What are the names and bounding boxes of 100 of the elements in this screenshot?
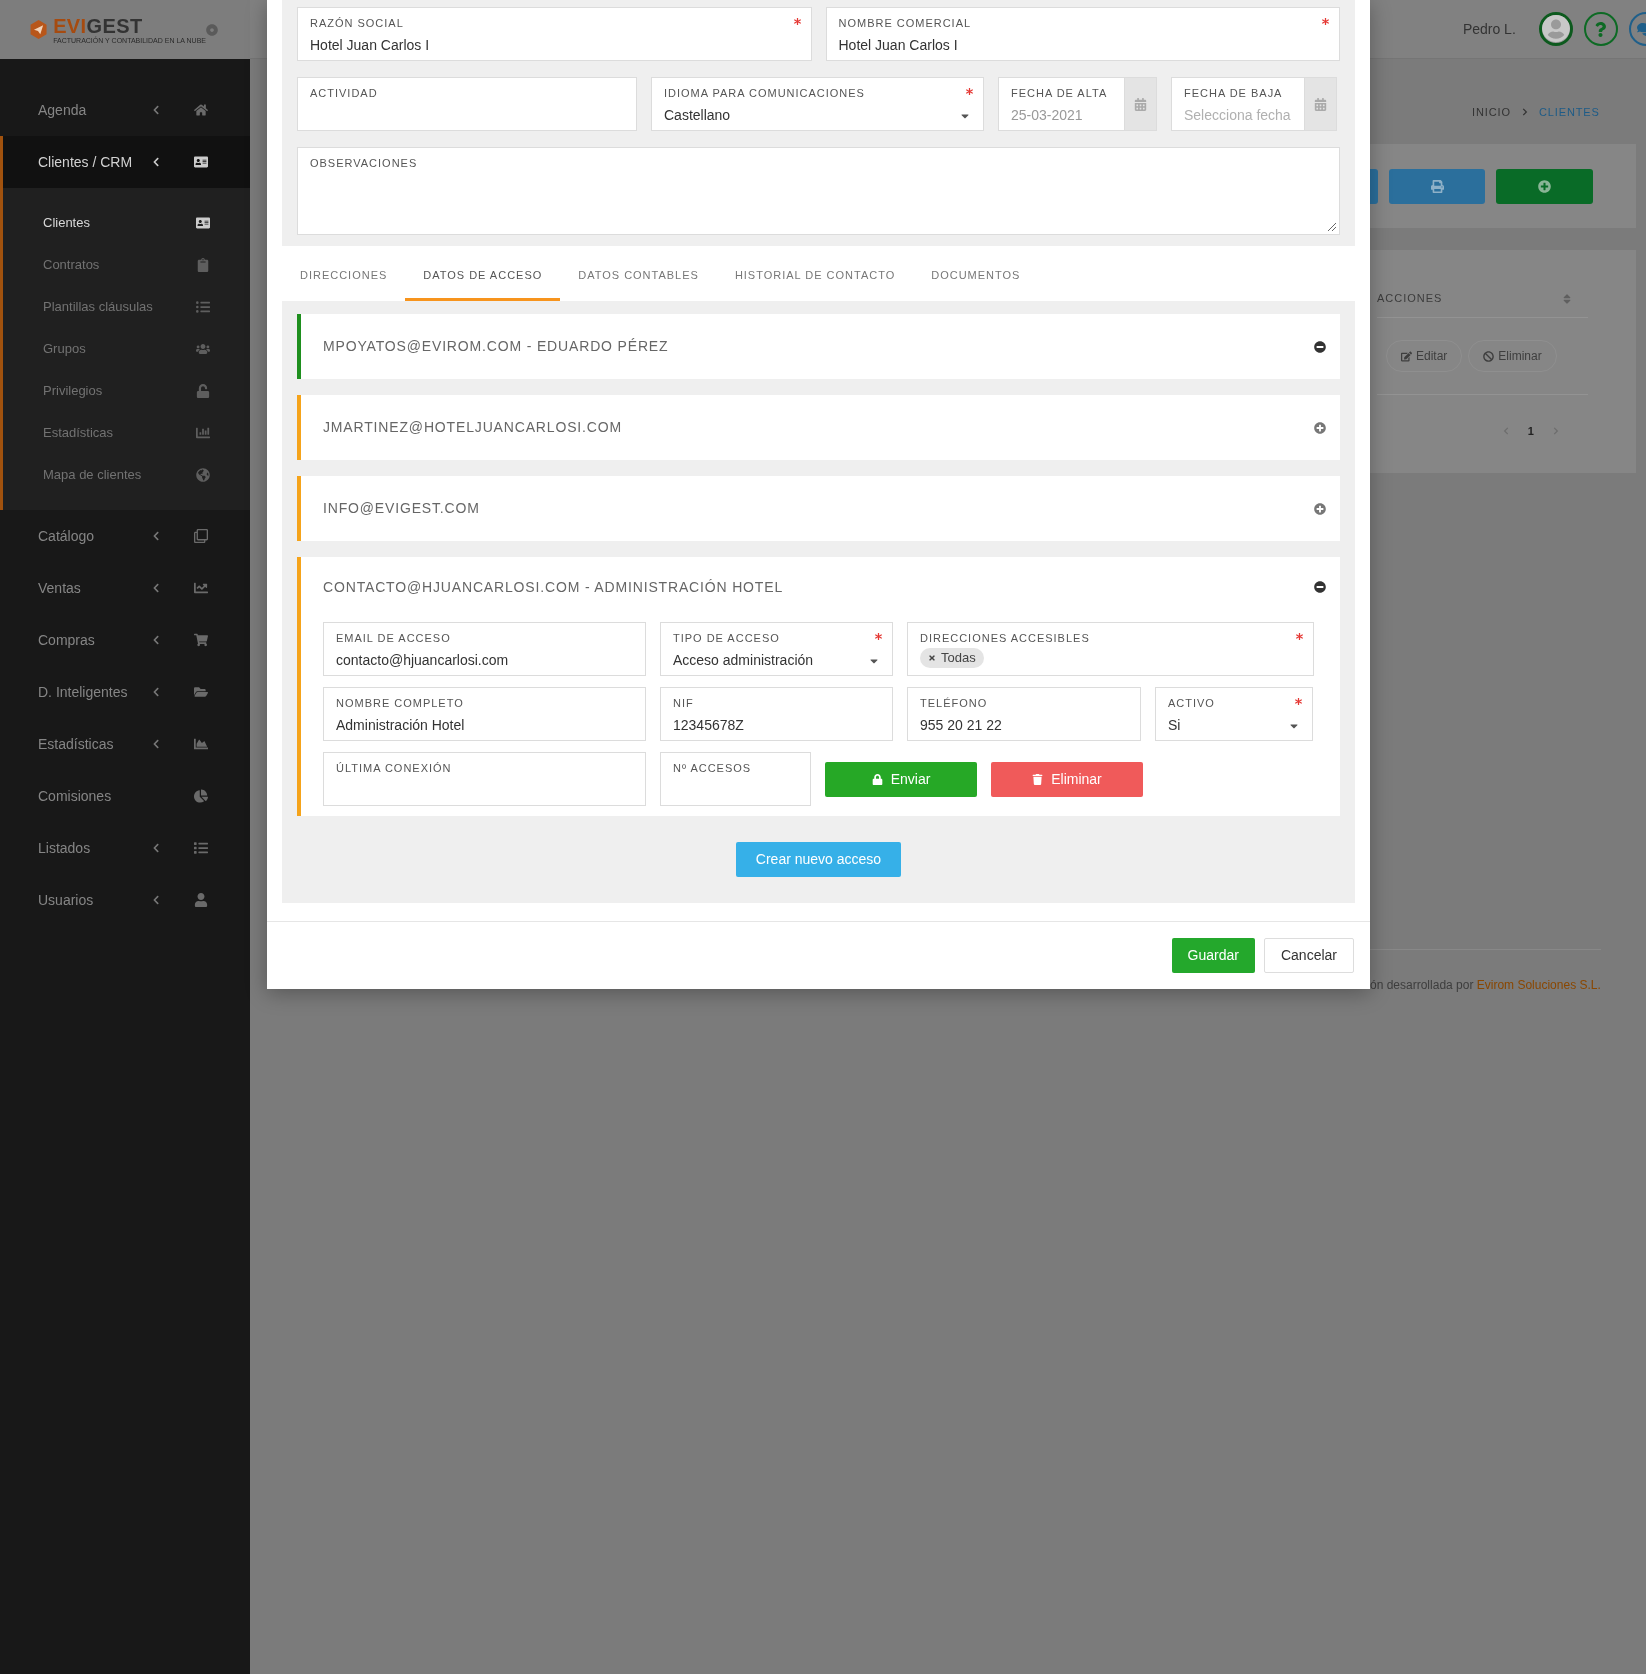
calendar-icon [1134,97,1147,111]
submenu-item[interactable]: Clientes [3,202,250,244]
text-field[interactable]: NIF 12345678Z [660,687,893,741]
field-label: FECHA DE ALTA [1011,88,1108,99]
cancel-button[interactable]: Cancelar [1263,938,1354,973]
text-input[interactable]: Hotel Juan Carlos I [310,35,799,56]
submenu-item[interactable]: Privilegios [3,370,250,412]
expand-icon[interactable] [1314,502,1326,515]
field-label: RAZÓN SOCIAL [310,18,404,29]
area-chart-icon [194,737,208,751]
remove-icon [928,654,936,662]
id-card-icon [194,155,208,169]
submenu-item[interactable]: Grupos [3,328,250,370]
date-field[interactable]: FECHA DE ALTA 25-03-2021 [998,77,1157,131]
expand-icon[interactable] [1314,421,1326,434]
access-title[interactable]: INFO@EVIGEST.COM [323,498,480,519]
text-field[interactable]: Nº ACCESOS [660,752,811,806]
access-title[interactable]: JMARTINEZ@HOTELJUANCARLOSI.COM [323,417,622,438]
text-input[interactable]: Hotel Juan Carlos I [838,35,1327,56]
menu-item[interactable]: Listados [0,822,250,874]
home-icon [194,103,208,117]
text-area[interactable]: OBSERVACIONES [297,147,1340,235]
submenu-item[interactable]: Estadísticas [3,412,250,454]
text-field[interactable]: ACTIVIDAD [297,77,637,131]
submenu-item[interactable]: Mapa de clientes [3,454,250,496]
users-icon [196,342,210,356]
access-title[interactable]: CONTACTO@HJUANCARLOSI.COM - ADMINISTRACIÓN HOTEL [323,576,784,598]
tag-chip[interactable]: Todas [920,648,984,668]
text-field[interactable]: ÚLTIMA CONEXIÓN [323,752,646,806]
line-chart-icon [194,581,208,595]
select-input[interactable]: Acceso administración [673,650,860,671]
tab[interactable]: DATOS CONTABLES [560,252,717,301]
menu-item[interactable]: D. Inteligentes [0,666,250,718]
menu-item[interactable]: Usuarios [0,874,250,926]
text-input[interactable]: 12345678Z [673,715,880,736]
collapse-icon[interactable] [1314,581,1326,593]
required-icon [1295,698,1302,705]
send-button[interactable]: Enviar [825,761,977,797]
unlock-icon [196,384,210,398]
select-field[interactable]: TIPO DE ACCESO Acceso administración [660,622,893,676]
required-icon [1296,633,1303,640]
text-field[interactable]: TELÉFONO 955 20 21 22 [907,687,1141,741]
menu-item[interactable]: Clientes / CRM [0,136,250,188]
collapse-icon[interactable] [1314,340,1326,353]
print-button[interactable] [1389,168,1485,204]
tab[interactable]: HISTORIAL DE CONTACTO [716,252,914,301]
select-input[interactable]: Castellano [664,105,951,126]
access-title[interactable]: MPOYATOS@EVIROM.COM - EDUARDO PÉREZ [323,336,669,357]
tab[interactable]: DIRECCIONES [282,252,406,301]
menu-item[interactable]: Catálogo [0,510,250,562]
submenu-item[interactable]: Plantillas cláusulas [3,286,250,328]
action-button[interactable] [1370,168,1378,204]
menu-item[interactable]: Agenda [0,84,250,136]
copy-icon [194,529,208,543]
field-label: FECHA DE BAJA [1184,88,1283,99]
tab[interactable]: DOCUMENTOS [913,252,1039,301]
breadcrumb-link[interactable]: INICIO [1472,103,1511,121]
footer-credit: ón desarrollada por Evirom Soluciones S.L. [1370,977,1601,994]
help-icon[interactable] [1583,12,1618,46]
text-input[interactable]: contacto@hjuancarlosi.com [336,650,633,671]
folder-icon [194,685,208,699]
menu-item[interactable]: Comisiones [0,770,250,822]
brand-name: GEST [86,15,143,36]
list-icon [194,841,208,855]
select-field[interactable]: ACTIVO Si [1155,687,1313,741]
bar-chart-icon [196,426,210,440]
field-label: NIF [673,698,694,709]
ban-icon [1483,350,1495,362]
column-header: ACCIONES [1377,291,1443,307]
required-icon [875,633,882,640]
date-input[interactable]: Selecciona fecha [1184,105,1292,126]
delete-button[interactable]: Eliminar [991,761,1143,797]
text-field[interactable]: EMAIL DE ACCESO contacto@hjuancarlosi.com [323,622,646,676]
text-field[interactable]: NOMBRE COMPLETO Administración Hotel [323,687,646,741]
add-button[interactable] [1496,168,1593,204]
id-card-icon [196,216,210,230]
submenu-item[interactable]: Contratos [3,244,250,286]
page-link[interactable]: 1 [1527,422,1534,440]
tags-field[interactable]: DIRECCIONES ACCESIBLES Todas [907,622,1314,676]
text-input[interactable]: 955 20 21 22 [920,715,1128,736]
menu-item[interactable]: Compras [0,614,250,666]
toggle-icon[interactable] [206,23,218,36]
lock-icon [871,773,883,785]
menu-item[interactable]: Ventas [0,562,250,614]
text-field[interactable]: RAZÓN SOCIAL Hotel Juan Carlos I [297,7,812,61]
date-field[interactable]: FECHA DE BAJA Selecciona fecha [1171,77,1337,131]
select-input[interactable]: Si [1168,715,1280,736]
field-label: DIRECCIONES ACCESIBLES [920,633,1090,644]
cart-icon [194,633,208,647]
select-field[interactable]: IDIOMA PARA COMUNICACIONES Castellano [651,77,984,131]
field-label: NOMBRE COMPLETO [336,698,464,709]
save-button[interactable]: Guardar [1171,938,1255,973]
avatar-icon[interactable] [1538,12,1573,46]
text-field[interactable]: NOMBRE COMERCIAL Hotel Juan Carlos I [825,7,1340,61]
text-input[interactable]: Administración Hotel [336,715,633,736]
calendar-icon [1314,97,1327,111]
pie-chart-icon [194,789,208,803]
menu-item[interactable]: Estadísticas [0,718,250,770]
required-icon [1322,18,1329,25]
field-label: TIPO DE ACCESO [673,633,780,644]
